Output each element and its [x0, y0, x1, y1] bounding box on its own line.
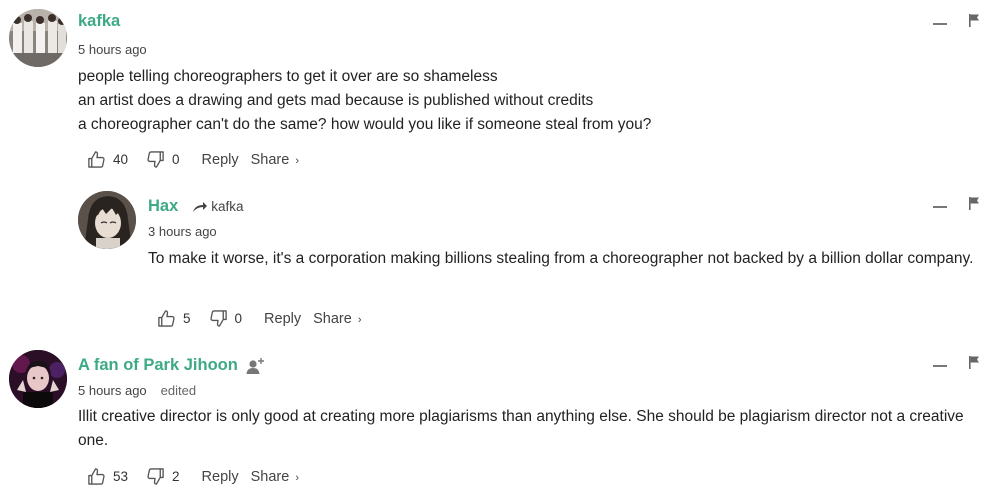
- reply-to-name: kafka: [211, 199, 244, 214]
- follow-user-icon[interactable]: [246, 357, 266, 375]
- reply-button[interactable]: Reply: [202, 469, 239, 485]
- downvote-button[interactable]: 2: [146, 467, 180, 486]
- upvote-count: 40: [113, 152, 129, 167]
- comment-text-line: a choreographer can't do the same? how w…: [78, 116, 652, 133]
- comment-actions: 53 2 Reply Share ›: [87, 467, 299, 486]
- chevron-right-icon: ›: [357, 313, 362, 326]
- author-name[interactable]: A fan of Park Jihoon: [78, 356, 238, 375]
- thumbs-down-icon: [147, 468, 164, 485]
- author-name[interactable]: kafka: [78, 12, 120, 31]
- share-button[interactable]: Share ›: [251, 152, 299, 168]
- comment-text-line: an artist does a drawing and gets mad be…: [78, 92, 594, 109]
- thumbs-up-icon: [88, 468, 105, 485]
- flag-icon[interactable]: [969, 197, 980, 210]
- upvote-button[interactable]: 40: [87, 150, 128, 169]
- timestamp[interactable]: 5 hours ago: [78, 42, 147, 57]
- comment-tools: [933, 356, 980, 369]
- collapse-icon[interactable]: [933, 205, 947, 208]
- downvote-count: 0: [172, 152, 180, 167]
- upvote-button[interactable]: 53: [87, 467, 128, 486]
- timestamp[interactable]: 5 hours ago: [78, 383, 147, 398]
- author-name[interactable]: Hax: [148, 197, 178, 216]
- share-button[interactable]: Share ›: [251, 469, 299, 485]
- thumbs-up-icon: [158, 310, 175, 327]
- comment-meta: 5 hours ago: [78, 42, 147, 57]
- comment-text-line: people telling choreographers to get it …: [78, 68, 498, 85]
- edited-label: edited: [160, 383, 197, 398]
- thumbs-up-icon: [88, 151, 105, 168]
- chevron-right-icon: ›: [295, 471, 300, 484]
- reply-button[interactable]: Reply: [264, 311, 301, 327]
- timestamp[interactable]: 3 hours ago: [148, 224, 217, 239]
- avatar[interactable]: [9, 350, 67, 408]
- comment-meta: 3 hours ago: [148, 224, 217, 239]
- comment-text: Illit creative director is only good at …: [78, 408, 964, 449]
- thumbs-down-icon: [209, 310, 227, 327]
- comment-actions: 40 0 Reply Share ›: [87, 150, 299, 169]
- share-label: Share: [250, 468, 290, 485]
- reply-arrow-icon: [193, 201, 208, 212]
- reply-button[interactable]: Reply: [202, 152, 239, 168]
- comment-body: people telling choreographers to get it …: [78, 65, 982, 137]
- avatar[interactable]: [9, 9, 67, 67]
- chevron-right-icon: ›: [295, 154, 300, 167]
- downvote-button[interactable]: 0: [146, 150, 180, 169]
- share-label: Share: [313, 310, 352, 327]
- comment-body: To make it worse, it's a corporation mak…: [148, 247, 982, 271]
- comment-tools: [933, 197, 980, 210]
- downvote-button[interactable]: 0: [209, 309, 243, 328]
- comment-header: kafka: [78, 12, 120, 31]
- comment-body: Illit creative director is only good at …: [78, 405, 982, 453]
- collapse-icon[interactable]: [933, 22, 947, 25]
- share-button[interactable]: Share ›: [313, 311, 361, 327]
- reply-to[interactable]: kafka: [192, 199, 244, 214]
- comment-header: A fan of Park Jihoon: [78, 356, 266, 375]
- flag-icon[interactable]: [969, 356, 980, 369]
- avatar[interactable]: [78, 191, 136, 249]
- upvote-count: 5: [183, 311, 191, 326]
- upvote-count: 53: [113, 469, 129, 484]
- thumbs-down-icon: [147, 151, 164, 168]
- comment-header: Hax kafka: [148, 197, 244, 216]
- flag-icon[interactable]: [969, 14, 980, 27]
- downvote-count: 2: [172, 469, 180, 484]
- upvote-button[interactable]: 5: [157, 309, 191, 328]
- comment-text: To make it worse, it's a corporation mak…: [148, 250, 974, 267]
- comment-tools: [933, 14, 980, 27]
- comment-meta: 5 hours ago edited: [78, 383, 196, 398]
- collapse-icon[interactable]: [933, 364, 947, 367]
- share-label: Share: [250, 151, 290, 168]
- comment-actions: 5 0 Reply Share ›: [157, 309, 362, 328]
- downvote-count: 0: [234, 311, 243, 326]
